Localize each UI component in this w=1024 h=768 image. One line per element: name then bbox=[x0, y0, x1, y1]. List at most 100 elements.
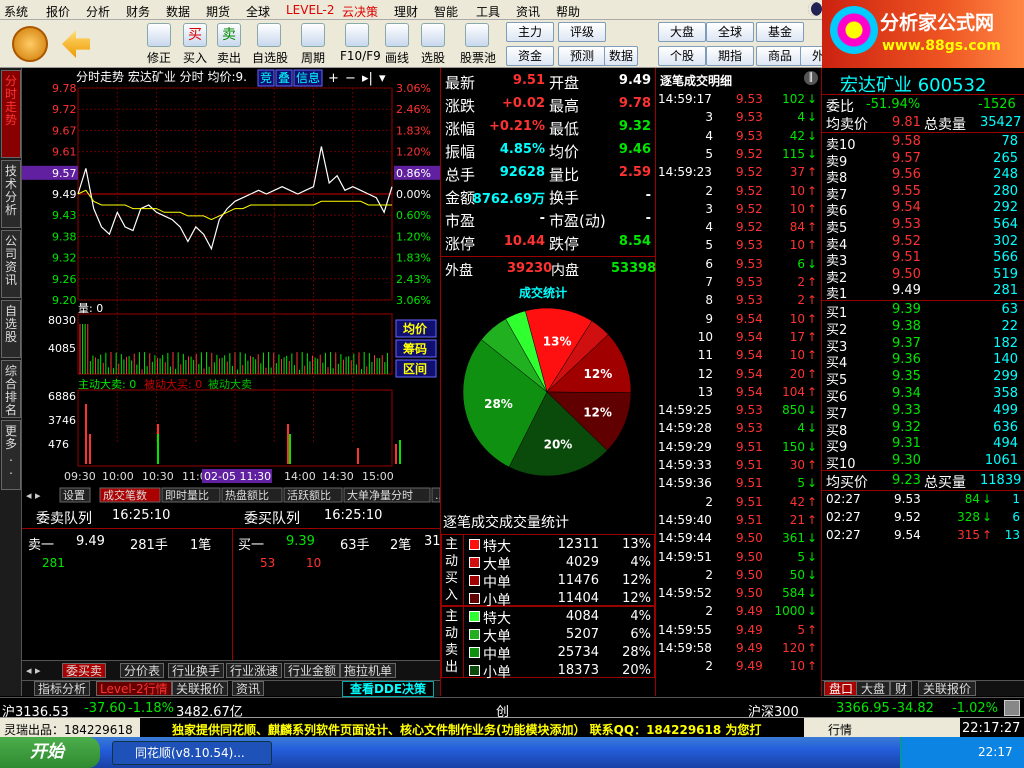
toolbar-btn-4[interactable]: 周期 bbox=[296, 22, 330, 66]
quick-btn-2[interactable]: 大盘 bbox=[658, 22, 706, 42]
chart-nav-icon-3[interactable]: ▾ bbox=[379, 71, 386, 86]
menu-1[interactable]: 报价 bbox=[46, 3, 70, 20]
queue-tab2-3[interactable]: 资讯 bbox=[232, 681, 265, 696]
quote-value: 9.51 bbox=[512, 73, 545, 88]
menu-8[interactable]: 云决策 bbox=[342, 3, 378, 20]
menu-10[interactable]: 智能 bbox=[434, 3, 458, 20]
menu-7[interactable]: LEVEL-2 bbox=[286, 3, 335, 17]
toolbar-btn-1[interactable]: 买买入 bbox=[178, 22, 212, 66]
quick-btn-1[interactable]: 评级 bbox=[558, 22, 606, 42]
tick-time: 13 bbox=[697, 384, 713, 399]
pool-icon bbox=[465, 23, 489, 47]
menu-2[interactable]: 分析 bbox=[86, 3, 110, 20]
flow-tick: 3746 bbox=[48, 414, 76, 427]
back-arrow-icon[interactable] bbox=[62, 30, 90, 58]
right-tab-3[interactable]: 关联报价 bbox=[918, 681, 977, 696]
logo-url: www.88gs.com bbox=[882, 38, 1001, 54]
queue-tab2-0[interactable]: 指标分析 bbox=[34, 681, 91, 696]
toolbar-btn-5[interactable]: F10/F9 bbox=[340, 22, 381, 66]
left-tab-2[interactable]: 公司资讯 bbox=[1, 230, 21, 298]
deal-pie-chart: 13% 12% 12% 20% 28% bbox=[462, 307, 632, 477]
recent-time: 02:27 bbox=[826, 510, 861, 524]
menu-13[interactable]: 帮助 bbox=[556, 3, 580, 20]
right-tab-2[interactable]: 财 bbox=[890, 681, 913, 696]
queue-tab-3[interactable]: 行业涨速 bbox=[226, 663, 283, 678]
right-tab-0[interactable]: 盘口 bbox=[824, 681, 859, 696]
queue-tab-5[interactable]: 拖拉机单 bbox=[340, 663, 397, 678]
quote-value2: 9.32 bbox=[618, 119, 651, 134]
moon-icon[interactable] bbox=[808, 2, 822, 16]
quick-btn-4[interactable]: 基金 bbox=[756, 22, 804, 42]
quick-btn-9[interactable]: 商品 bbox=[756, 46, 804, 66]
toolbar-btn-0[interactable]: 修正 bbox=[142, 22, 176, 66]
menu-3[interactable]: 财务 bbox=[126, 3, 150, 20]
quick-btn-6[interactable]: 预测 bbox=[558, 46, 606, 66]
quick-btn-5[interactable]: 资金 bbox=[506, 46, 554, 66]
dde-decision-button[interactable]: 查看DDE决策 bbox=[342, 681, 434, 697]
queue-tab-0[interactable]: 委买卖 bbox=[62, 663, 107, 678]
start-button[interactable]: 开始 bbox=[0, 737, 100, 768]
time-tick: 14:30 bbox=[322, 470, 354, 483]
menu-5[interactable]: 期货 bbox=[206, 3, 230, 20]
left-tab-0[interactable]: 分时走势 bbox=[1, 70, 21, 158]
left-tab-4[interactable]: 综合排名 bbox=[1, 360, 21, 418]
pause-icon[interactable]: ∥ bbox=[804, 71, 818, 85]
arrow-up-down-icon bbox=[147, 23, 171, 47]
toolbar-btn-label: 买入 bbox=[182, 51, 207, 65]
settings-wrench-icon[interactable] bbox=[1004, 700, 1020, 716]
arrow-up-icon: ↑ bbox=[981, 528, 992, 542]
right-tab-1[interactable]: 大盘 bbox=[856, 681, 891, 696]
quick-btn-0[interactable]: 主力 bbox=[506, 22, 554, 42]
toolbar-btn-2[interactable]: 卖卖出 bbox=[212, 22, 246, 66]
quick-btn-3[interactable]: 全球 bbox=[706, 22, 754, 42]
quick-btn-12[interactable]: 数据 bbox=[604, 46, 638, 66]
quick-btn-7[interactable]: 个股 bbox=[658, 46, 706, 66]
toolbar-btn-7[interactable]: 选股 bbox=[416, 22, 450, 66]
buy-total-value: 11839 bbox=[980, 473, 1022, 488]
toolbar-btn-8[interactable]: 股票池 bbox=[460, 22, 496, 66]
menu-4[interactable]: 数据 bbox=[166, 3, 190, 20]
tick-time: 14:59:51 bbox=[658, 549, 712, 564]
ask-volume: 248 bbox=[993, 167, 1018, 183]
left-tab-3[interactable]: 自选股 bbox=[1, 300, 21, 358]
deal-pct: 4% bbox=[630, 555, 651, 570]
toolbar-btn-6[interactable]: 画线 bbox=[380, 22, 414, 66]
queue-tab-4[interactable]: 行业金额 bbox=[284, 663, 341, 678]
scroll-arrows-icon[interactable]: ◂ ▸ bbox=[26, 489, 41, 502]
menu-9[interactable]: 理财 bbox=[394, 3, 418, 20]
quote-info-label[interactable]: 行情 bbox=[828, 721, 852, 738]
queue-scroll-icon[interactable]: ◂ ▸ bbox=[26, 664, 41, 677]
tick-time: 3 bbox=[705, 110, 713, 125]
queue-tab2-2[interactable]: 关联报价 bbox=[172, 681, 229, 696]
home-logo-icon[interactable] bbox=[12, 26, 48, 62]
menu-11[interactable]: 工具 bbox=[476, 3, 500, 20]
left-tab-5[interactable]: 更多.. bbox=[1, 420, 21, 490]
tick-volume: 10 bbox=[789, 311, 805, 326]
ask-price: 9.54 bbox=[892, 200, 921, 216]
menu-12[interactable]: 资讯 bbox=[516, 3, 540, 20]
volume-label: 量: 0 bbox=[78, 302, 103, 315]
tick-time: 10 bbox=[697, 329, 713, 344]
tick-time: 2 bbox=[705, 567, 713, 582]
chart-nav-icon-1[interactable]: − bbox=[345, 71, 356, 86]
queue-tab-1[interactable]: 分价表 bbox=[120, 663, 165, 678]
intraday-chart[interactable]: 分时走势 宏达矿业 分时 均价:9. 竞叠信息 + − ▸| ▾ 9.78 3.06% 9.72… bbox=[22, 68, 440, 504]
queue-tab-2[interactable]: 行业换手 bbox=[168, 663, 225, 678]
chart-nav-icon-0[interactable]: + bbox=[328, 71, 339, 86]
sell-queue-time: 16:25:10 bbox=[112, 508, 171, 523]
tick-volume: 5 bbox=[797, 549, 805, 564]
deal-pct: 20% bbox=[622, 663, 651, 678]
quick-btn-8[interactable]: 期指 bbox=[706, 46, 754, 66]
quote-label: 涨跌 bbox=[445, 97, 476, 115]
quote-value: 92628 bbox=[499, 165, 545, 180]
ask-price: 9.57 bbox=[892, 150, 921, 166]
deal-volume: 11404 bbox=[557, 591, 599, 606]
taskbar-app-button[interactable]: 同花顺(v8.10.54)... bbox=[112, 741, 272, 765]
toolbar-btn-3[interactable]: 自选股 bbox=[252, 22, 288, 66]
left-tab-1[interactable]: 技术分析 bbox=[1, 160, 21, 228]
menu-6[interactable]: 全球 bbox=[246, 3, 270, 20]
menu-0[interactable]: 系统 bbox=[4, 3, 28, 20]
chart-nav-icon-2[interactable]: ▸| bbox=[362, 71, 373, 86]
pie-label: 12% bbox=[584, 367, 613, 381]
queue-tab2-1[interactable]: Level-2行情 bbox=[96, 681, 172, 696]
